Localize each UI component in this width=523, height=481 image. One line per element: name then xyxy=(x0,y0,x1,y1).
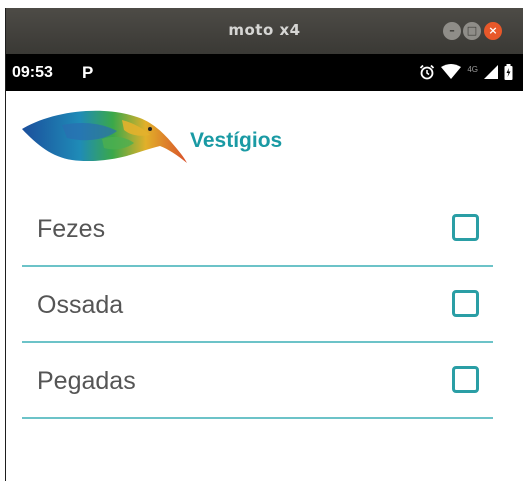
signal-icon xyxy=(484,65,498,79)
ossada-checkbox[interactable] xyxy=(452,290,479,317)
top-strip xyxy=(0,0,523,8)
status-time: 09:53 xyxy=(12,64,53,81)
minimize-icon: – xyxy=(449,24,455,37)
close-button[interactable]: × xyxy=(484,22,502,40)
status-bar: 09:53 P 4G xyxy=(6,54,523,91)
status-icons: 4G xyxy=(419,62,513,82)
close-icon: × xyxy=(488,24,498,37)
parking-notification-icon: P xyxy=(82,63,94,82)
item-label: Ossada xyxy=(37,291,124,319)
list-item-fezes[interactable]: Fezes xyxy=(22,191,493,267)
anteater-logo xyxy=(22,110,187,163)
minimize-button[interactable]: – xyxy=(443,22,461,40)
maximize-button[interactable]: □ xyxy=(463,22,481,40)
alarm-icon xyxy=(420,64,435,80)
list-item-pegadas[interactable]: Pegadas xyxy=(22,343,493,419)
item-label: Fezes xyxy=(37,215,106,243)
list-item-ossada[interactable]: Ossada xyxy=(22,267,493,343)
maximize-icon: □ xyxy=(466,24,478,37)
emulator-window: moto x4 – □ × 09:53 P 4G Vestígios Fezes… xyxy=(5,8,523,481)
app-header: Vestígios xyxy=(22,105,342,165)
pegadas-checkbox[interactable] xyxy=(452,366,479,393)
app-title: Vestígios xyxy=(190,129,283,152)
battery-icon xyxy=(504,64,513,80)
app-screen: Vestígios Fezes Ossada Pegadas xyxy=(6,91,523,481)
item-label: Pegadas xyxy=(37,367,136,395)
network-type: 4G xyxy=(467,64,478,74)
wifi-icon xyxy=(441,64,462,79)
window-titlebar[interactable]: moto x4 – □ × xyxy=(6,8,523,54)
fezes-checkbox[interactable] xyxy=(452,214,479,241)
